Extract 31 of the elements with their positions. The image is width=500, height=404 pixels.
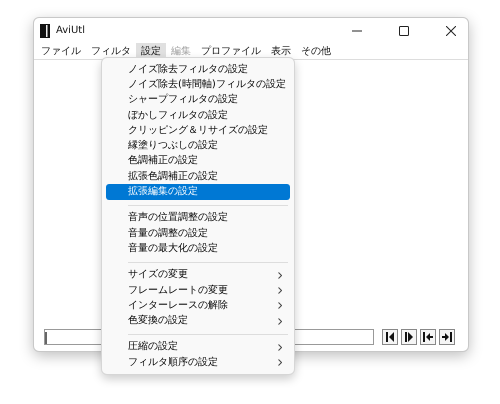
menu-option[interactable]: ぼかしフィルタの設定 xyxy=(106,108,290,124)
step-forward-icon[interactable] xyxy=(401,329,417,345)
menu-option[interactable]: ノイズ除去フィルタの設定 xyxy=(106,62,290,78)
menu-option[interactable]: 音量の調整の設定 xyxy=(106,226,290,242)
menu-item[interactable]: その他 xyxy=(296,43,336,59)
menu-option[interactable]: クリッピング＆リサイズの設定 xyxy=(106,123,290,138)
maximize-icon[interactable] xyxy=(399,26,409,36)
menu-option[interactable]: 拡張色調補正の設定 xyxy=(106,169,290,184)
menu-item[interactable]: フィルタ xyxy=(86,43,136,59)
skip-end-icon[interactable] xyxy=(439,329,455,345)
menu-item[interactable]: プロファイル xyxy=(196,43,266,59)
close-icon[interactable] xyxy=(446,26,456,36)
menu-item[interactable]: ファイル xyxy=(36,43,86,59)
menu-option[interactable]: シャープフィルタの設定 xyxy=(106,92,290,108)
menu-option[interactable]: インターレースの解除 xyxy=(106,298,290,314)
window-title: AviUtl xyxy=(56,25,85,36)
menu-option[interactable]: 圧縮の設定 xyxy=(106,340,290,356)
menu-option[interactable]: 拡張編集の設定 xyxy=(106,184,290,200)
skip-start-icon[interactable] xyxy=(420,329,436,345)
menu-item[interactable]: 表示 xyxy=(266,43,296,59)
menu-option[interactable]: フレームレートの変更 xyxy=(106,282,290,298)
step-back-icon[interactable] xyxy=(382,329,398,345)
menu-option[interactable]: サイズの変更 xyxy=(106,268,290,283)
menu-option[interactable]: 色変換の設定 xyxy=(106,313,290,329)
menu-option[interactable]: 縁塗りつぶしの設定 xyxy=(106,138,290,154)
menu-option[interactable]: 音声の位置調整の設定 xyxy=(106,210,290,226)
menu-option[interactable]: フィルタ順序の設定 xyxy=(106,355,290,370)
menu-option[interactable]: ノイズ除去(時間軸)フィルタの設定 xyxy=(106,77,290,93)
app-icon xyxy=(40,24,50,38)
menu-option[interactable]: 色調補正の設定 xyxy=(106,154,290,170)
menu-option[interactable]: 音量の最大化の設定 xyxy=(106,241,290,257)
